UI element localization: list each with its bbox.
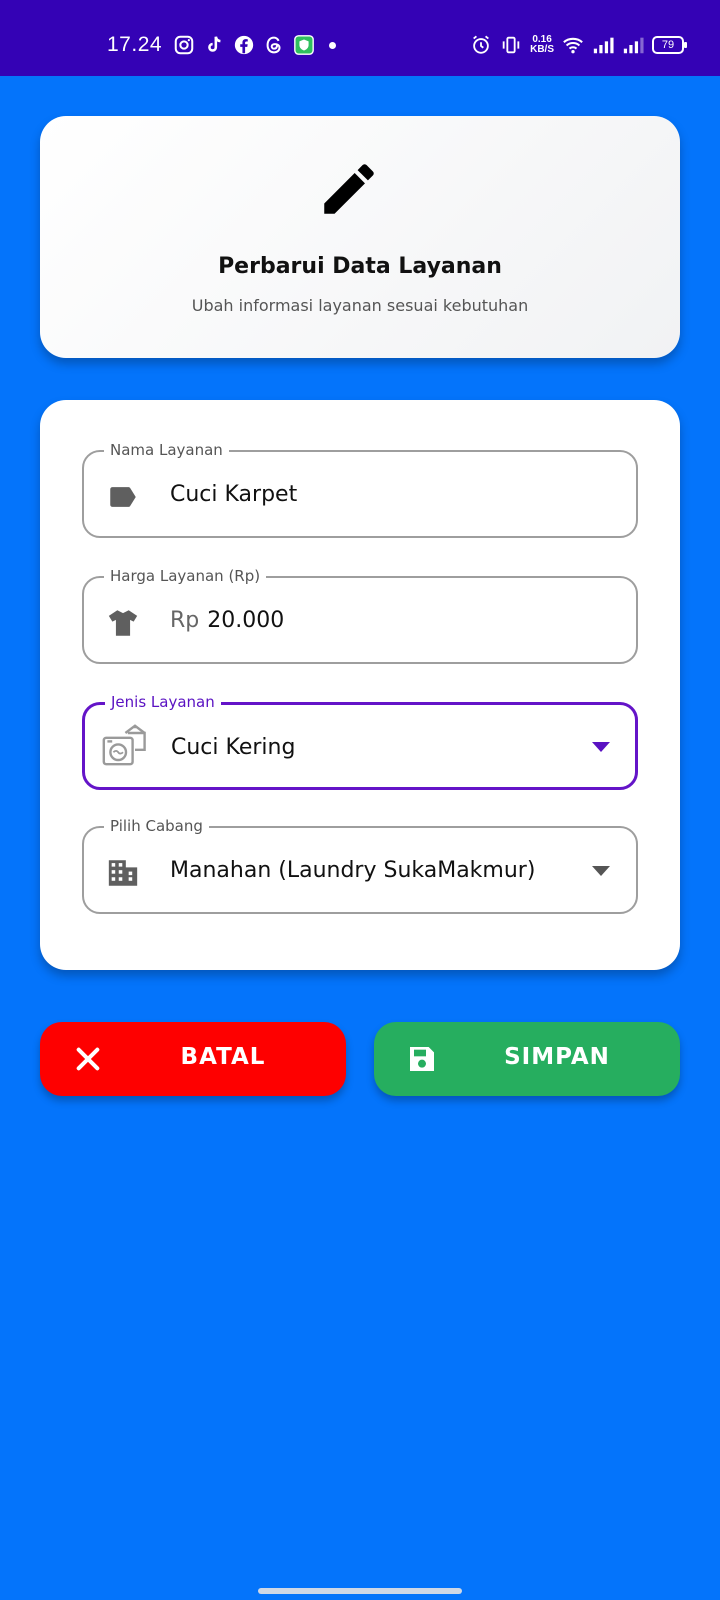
threads-icon [266, 36, 281, 54]
home-indicator[interactable] [258, 1588, 462, 1594]
instagram-icon [174, 35, 194, 55]
price-input[interactable]: Rp 20.000 [170, 606, 284, 636]
save-label: SIMPAN [504, 1044, 610, 1070]
service-type-label: Jenis Layanan [105, 692, 221, 712]
alarm-icon [473, 35, 490, 54]
service-name-field[interactable]: Nama Layanan Cuci Karpet [82, 440, 638, 538]
tag-icon [110, 487, 136, 507]
shield-app-icon [294, 35, 314, 55]
net-speed: 0.16 KB/S [530, 35, 554, 55]
page-subtitle: Ubah informasi layanan sesuai kebutuhan [191, 296, 529, 315]
cancel-label: BATAL [180, 1044, 266, 1070]
header-card: Perbarui Data Layanan Ubah informasi lay… [40, 116, 680, 358]
wifi-icon [563, 37, 583, 54]
net-speed-unit: KB/S [530, 44, 554, 55]
save-button[interactable]: SIMPAN [374, 1022, 680, 1096]
service-type-dropdown[interactable]: Jenis Layanan Cuci Kering [82, 692, 638, 790]
branch-value: Manahan (Laundry SukaMakmur) [170, 858, 536, 883]
more-notifications-dot [329, 41, 336, 49]
branch-label: Pilih Cabang [104, 816, 209, 836]
service-type-value: Cuci Kering [171, 735, 296, 760]
price-value: 20.000 [207, 608, 285, 633]
tiktok-icon [208, 36, 221, 52]
shirt-icon [108, 610, 138, 636]
chevron-down-icon [592, 742, 610, 752]
price-prefix: Rp [170, 608, 200, 633]
laundry-machine-icon [102, 724, 146, 766]
notification-icons [173, 34, 336, 56]
service-name-input[interactable]: Cuci Karpet [170, 480, 297, 510]
signal-icon [623, 37, 644, 54]
form-card: Nama Layanan Cuci Karpet Harga Layanan (… [40, 400, 680, 970]
price-field[interactable]: Harga Layanan (Rp) Rp 20.000 [82, 566, 638, 664]
status-bar: 17.24 0.16 KB/S 79 [0, 0, 720, 76]
system-icons: 0.16 KB/S 79 [470, 34, 687, 56]
page-title: Perbarui Data Layanan [218, 254, 502, 279]
vibrate-icon [502, 36, 520, 54]
battery-indicator: 79 [652, 36, 687, 54]
signal-icon [593, 37, 614, 54]
cancel-button[interactable]: BATAL [40, 1022, 346, 1096]
status-time: 17.24 [107, 33, 163, 56]
price-label: Harga Layanan (Rp) [104, 566, 267, 586]
facebook-icon [234, 35, 254, 55]
pencil-icon [324, 164, 374, 214]
service-name-label: Nama Layanan [104, 440, 229, 460]
chevron-down-icon [592, 866, 610, 876]
building-icon [108, 860, 138, 886]
branch-dropdown[interactable]: Pilih Cabang Manahan (Laundry SukaMakmur… [82, 816, 638, 914]
